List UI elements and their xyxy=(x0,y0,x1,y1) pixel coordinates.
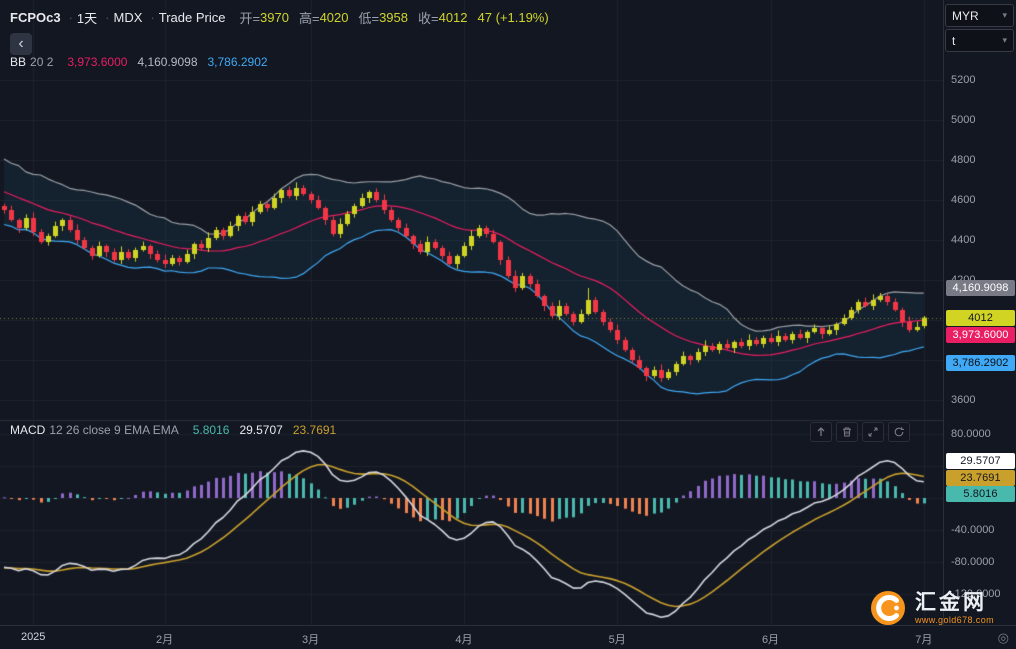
open-value: 3970 xyxy=(260,10,289,25)
chevron-down-icon: ▾ xyxy=(1002,10,1007,20)
currency-value: MYR xyxy=(952,8,979,23)
unit-dropdown[interactable]: t ▾ xyxy=(945,29,1014,52)
pane-move-up-button[interactable] xyxy=(810,422,832,442)
restore-icon xyxy=(894,427,904,437)
price-tick-label: 3600 xyxy=(951,394,976,406)
macd-tick-label: -40.0000 xyxy=(951,524,995,536)
logo-title: 汇金网 xyxy=(914,590,987,614)
series-type-label: Trade Price xyxy=(158,10,226,25)
low-label: 低= xyxy=(358,11,380,26)
close-label: 收= xyxy=(418,11,439,26)
bb-indicator-name: BB xyxy=(10,55,27,69)
macd-legend[interactable]: MACD 12 26 close 9 EMA EMA 5.8016 29.570… xyxy=(10,423,336,437)
time-axis-label: 5月 xyxy=(608,634,626,646)
exchange-label: MDX xyxy=(113,10,143,25)
price-tick-label: 4600 xyxy=(951,194,976,206)
symbol-name[interactable]: FCPOc3 xyxy=(10,10,61,25)
legend-separator: · xyxy=(150,10,155,25)
gold678-logo-icon xyxy=(870,591,905,625)
high-label: 高= xyxy=(298,11,320,26)
pane-restore-button[interactable] xyxy=(888,422,910,442)
close-value: 4012 xyxy=(438,10,468,25)
bb-basis-value: 3,973.6000 xyxy=(67,55,128,69)
bb-upper-value: 4,160.9098 xyxy=(137,55,198,69)
legend-separator: · xyxy=(105,10,110,25)
scale-settings-icon[interactable]: ◎ xyxy=(998,630,1009,646)
trading-chart-app: FCPOc3 · 1天 · MDX · Trade Price 开= 3970 高… xyxy=(0,0,1016,649)
macd-indicator-name: MACD xyxy=(10,423,46,437)
bb-lower-price-label: 3,786.2902 xyxy=(946,355,1015,371)
chevron-down-icon: ▾ xyxy=(1002,35,1007,45)
time-axis-label: 3月 xyxy=(302,634,320,646)
time-axis-label: 6月 xyxy=(761,634,780,646)
bb-params: 20 2 xyxy=(30,55,54,69)
currency-dropdown[interactable]: MYR ▾ xyxy=(945,4,1014,27)
interval-label[interactable]: 1天 xyxy=(77,8,97,27)
macd-tick-label: 80.0000 xyxy=(951,428,991,440)
symbol-legend: FCPOc3 · 1天 · MDX · Trade Price 开= 3970 高… xyxy=(10,8,549,27)
time-axis-label: 2月 xyxy=(156,634,174,646)
pane-maximize-button[interactable] xyxy=(862,422,884,442)
bb-upper-price-label: 4,160.9098 xyxy=(946,280,1015,296)
back-button[interactable]: ‹ xyxy=(10,33,32,55)
pane-delete-button[interactable] xyxy=(836,422,858,442)
site-logo: 汇金网 www.gold678.com xyxy=(870,590,994,626)
macd-signal-value: 23.7691 xyxy=(292,423,337,437)
macd-signal-value-label: 23.7691 xyxy=(946,470,1015,486)
last-price-label: 4012 xyxy=(946,310,1015,326)
macd-params: 12 26 close 9 EMA EMA xyxy=(49,423,179,437)
bollinger-legend[interactable]: BB 20 2 3,973.6000 4,160.9098 3,786.2902 xyxy=(10,55,268,69)
time-axis[interactable]: ◎ 2025 2月 3月 4月 5月 6月 7月 xyxy=(0,625,1016,649)
legend-separator: · xyxy=(68,10,73,25)
price-tick-label: 5000 xyxy=(951,114,976,126)
bb-lower-value: 3,786.2902 xyxy=(207,55,268,69)
macd-hist-value-label: 5.8016 xyxy=(946,486,1015,502)
time-axis-label: 7月 xyxy=(915,634,933,646)
macd-pane-toolbar xyxy=(810,422,910,442)
macd-line-value-label: 29.5707 xyxy=(946,453,1015,469)
macd-hist-value: 5.8016 xyxy=(192,423,230,437)
trash-icon xyxy=(843,427,851,437)
bb-basis-price-label: 3,973.6000 xyxy=(946,327,1015,343)
time-axis-label: 2025 xyxy=(20,631,46,643)
logo-url: www.gold678.com xyxy=(914,614,994,625)
macd-tick-label: -80.0000 xyxy=(951,556,995,568)
price-chart-canvas[interactable] xyxy=(0,0,943,625)
low-value: 3958 xyxy=(379,10,408,25)
price-axis[interactable]: 520050004800460044004200360080.0000-40.0… xyxy=(943,0,1016,625)
macd-line-value: 29.5707 xyxy=(239,423,283,437)
unit-value: t xyxy=(952,33,956,48)
open-label: 开= xyxy=(239,11,261,26)
maximize-icon xyxy=(868,427,878,437)
chevron-left-icon: ‹ xyxy=(18,35,24,52)
arrow-up-icon xyxy=(817,427,825,436)
change-value: 47 (+1.19%) xyxy=(477,10,549,25)
price-tick-label: 4800 xyxy=(951,154,976,166)
price-tick-label: 5200 xyxy=(951,74,976,86)
time-axis-label: 4月 xyxy=(455,634,473,646)
high-value: 4020 xyxy=(319,10,349,25)
price-tick-label: 4400 xyxy=(951,234,976,246)
